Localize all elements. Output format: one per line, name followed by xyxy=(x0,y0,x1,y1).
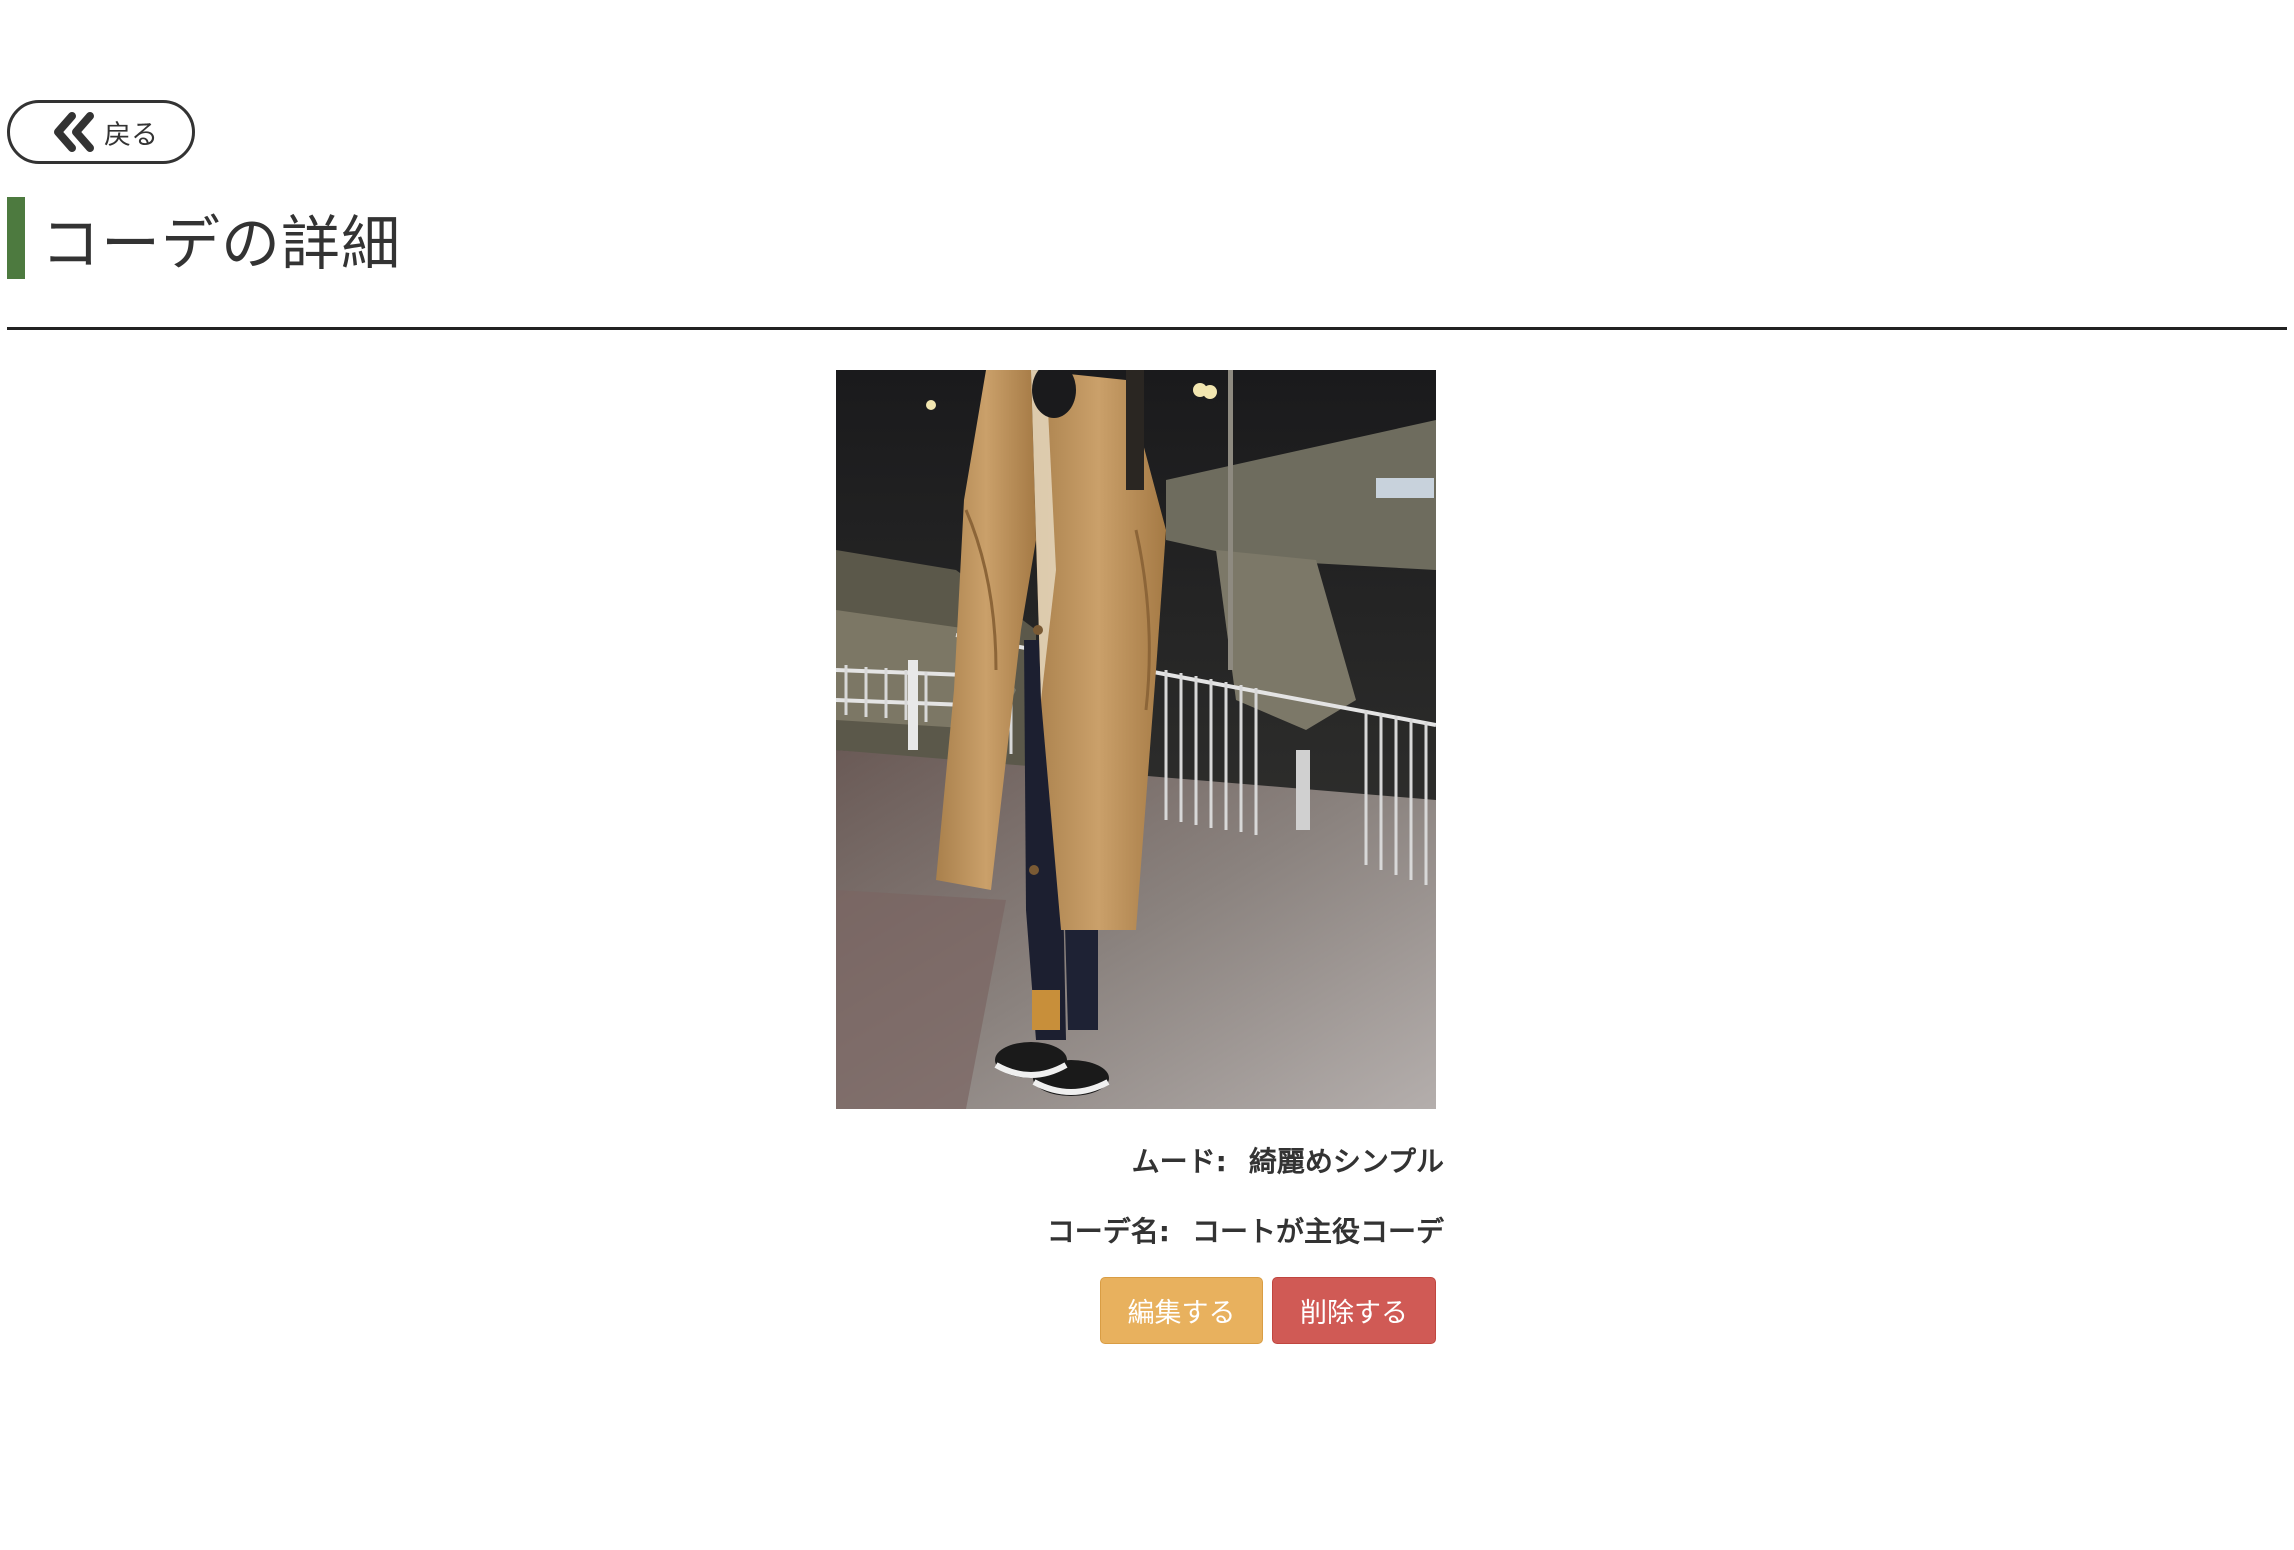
double-chevron-left-icon xyxy=(50,112,98,152)
title-accent-bar xyxy=(7,197,25,279)
back-button[interactable]: 戻る xyxy=(7,100,195,164)
header-divider xyxy=(7,327,2287,330)
mood-label: ムード: xyxy=(1131,1145,1227,1178)
page-title: コーデの詳細 xyxy=(41,208,402,278)
back-button-label: 戻る xyxy=(104,119,158,151)
page: 戻る コーデの詳細 ムード: 綺麗めシンプル コーデ名: コートが主役コーデ 編… xyxy=(0,0,2294,1550)
outfit-name-row: コーデ名: コートが主役コーデ xyxy=(1047,1210,1444,1250)
mood-row: ムード: 綺麗めシンプル xyxy=(1132,1140,1444,1180)
edit-button[interactable]: 編集する xyxy=(1100,1277,1263,1344)
outfit-photo xyxy=(836,370,1436,1109)
mood-value: 綺麗めシンプル xyxy=(1248,1145,1444,1178)
outfit-name-label: コーデ名: xyxy=(1046,1215,1170,1248)
outfit-name-value: コートが主役コーデ xyxy=(1191,1215,1444,1248)
delete-button[interactable]: 削除する xyxy=(1272,1277,1436,1344)
page-header: コーデの詳細 xyxy=(7,197,401,279)
